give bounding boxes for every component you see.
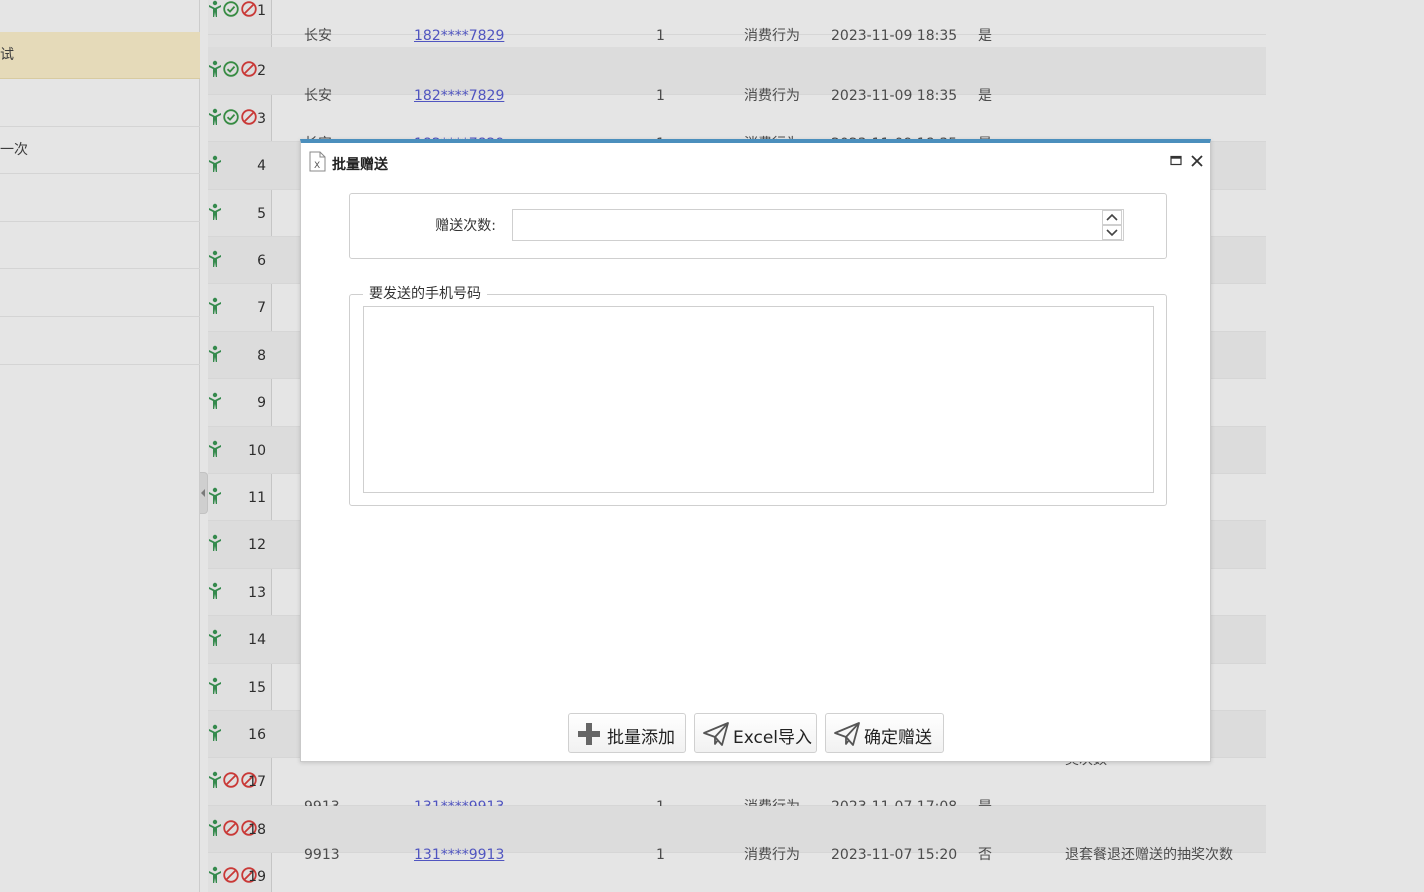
- confirm-gift-label: 确定赠送: [864, 728, 932, 748]
- excel-import-button[interactable]: Excel导入: [694, 713, 817, 753]
- chevron-up-icon: [1106, 213, 1118, 221]
- count-label: 赠送次数:: [435, 218, 496, 234]
- dialog-header[interactable]: X 批量赠送: [301, 143, 1210, 183]
- phone-numbers-textarea[interactable]: [363, 306, 1154, 493]
- plus-icon: [578, 723, 600, 745]
- spinner-up-button[interactable]: [1102, 210, 1122, 225]
- batch-add-label: 批量添加: [607, 728, 675, 748]
- phones-legend: 要发送的手机号码: [363, 285, 487, 303]
- phones-fieldset: 要发送的手机号码: [349, 285, 1167, 506]
- send-icon: [834, 722, 860, 746]
- excel-import-label: Excel导入: [733, 728, 813, 748]
- app-screen: 测试奖一次 1长安182****78291消费行为2023-11-09 18:3…: [0, 0, 1424, 892]
- batch-add-button[interactable]: 批量添加: [568, 713, 686, 753]
- count-fieldset: 赠送次数:: [349, 193, 1167, 259]
- send-icon: [703, 722, 729, 746]
- excel-file-icon: X: [309, 151, 326, 172]
- gift-count-input[interactable]: [512, 209, 1124, 241]
- dialog-title: 批量赠送: [332, 157, 388, 173]
- batch-gift-dialog: X 批量赠送 赠送次数: 要发送的手机号码 批量添加 Excel导入 确定赠送: [300, 139, 1211, 762]
- maximize-icon[interactable]: [1170, 155, 1182, 167]
- svg-text:X: X: [314, 161, 320, 171]
- close-icon[interactable]: [1190, 154, 1204, 168]
- chevron-down-icon: [1106, 229, 1118, 237]
- confirm-gift-button[interactable]: 确定赠送: [825, 713, 944, 753]
- spinner-down-button[interactable]: [1102, 225, 1122, 240]
